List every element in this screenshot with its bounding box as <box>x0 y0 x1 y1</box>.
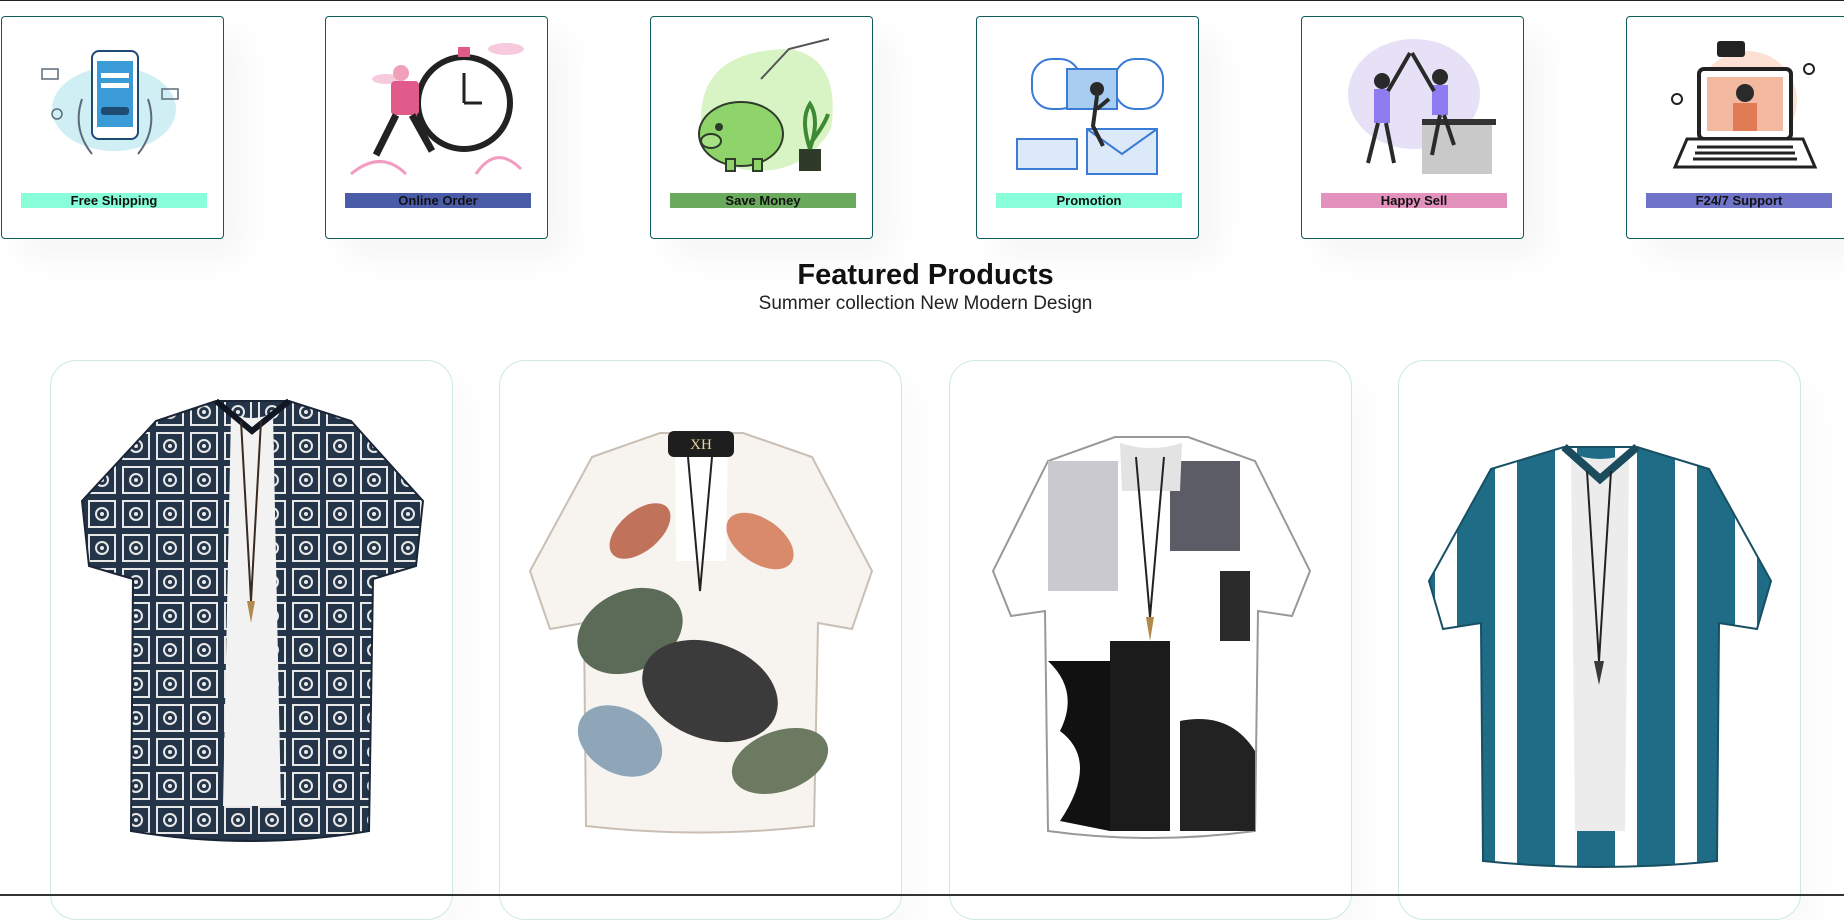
feature-label: F24/7 Support <box>1646 193 1832 208</box>
feature-label: Online Order <box>345 193 531 208</box>
product-card[interactable] <box>949 360 1352 920</box>
feature-label: Save Money <box>670 193 856 208</box>
featured-products-title: Featured Products <box>797 259 1054 291</box>
mail-promotion-icon <box>1016 58 1164 175</box>
product-card[interactable] <box>1398 360 1801 920</box>
feature-happy-sell[interactable]: Happy Sell <box>1301 16 1524 239</box>
featured-products-subtitle: Summer collection New Modern Design <box>758 293 1093 314</box>
feature-free-shipping[interactable]: Free Shipping <box>1 16 224 239</box>
product-card[interactable] <box>50 360 453 920</box>
product-image <box>991 436 1312 839</box>
courier-clock-icon <box>350 43 524 176</box>
feature-label: Happy Sell <box>1321 193 1507 208</box>
svg-text:XH: XH <box>690 437 712 453</box>
feature-label: Promotion <box>996 193 1182 208</box>
feature-label: Free Shipping <box>21 193 207 208</box>
product-image <box>80 398 425 842</box>
feature-promotion[interactable]: Promotion <box>976 16 1199 239</box>
product-card[interactable]: XH <box>499 360 902 920</box>
payment-phone-icon <box>41 50 179 155</box>
top-divider <box>0 0 1844 1</box>
piggy-bank-icon <box>698 38 833 172</box>
product-image <box>1427 443 1773 868</box>
feature-support[interactable]: F24/7 Support <box>1626 16 1844 239</box>
product-image: XH <box>528 431 874 834</box>
feature-save-money[interactable]: Save Money <box>650 16 873 239</box>
high-five-icon <box>1348 39 1496 174</box>
feature-online-order[interactable]: Online Order <box>325 16 548 239</box>
laptop-support-icon <box>1671 41 1818 169</box>
